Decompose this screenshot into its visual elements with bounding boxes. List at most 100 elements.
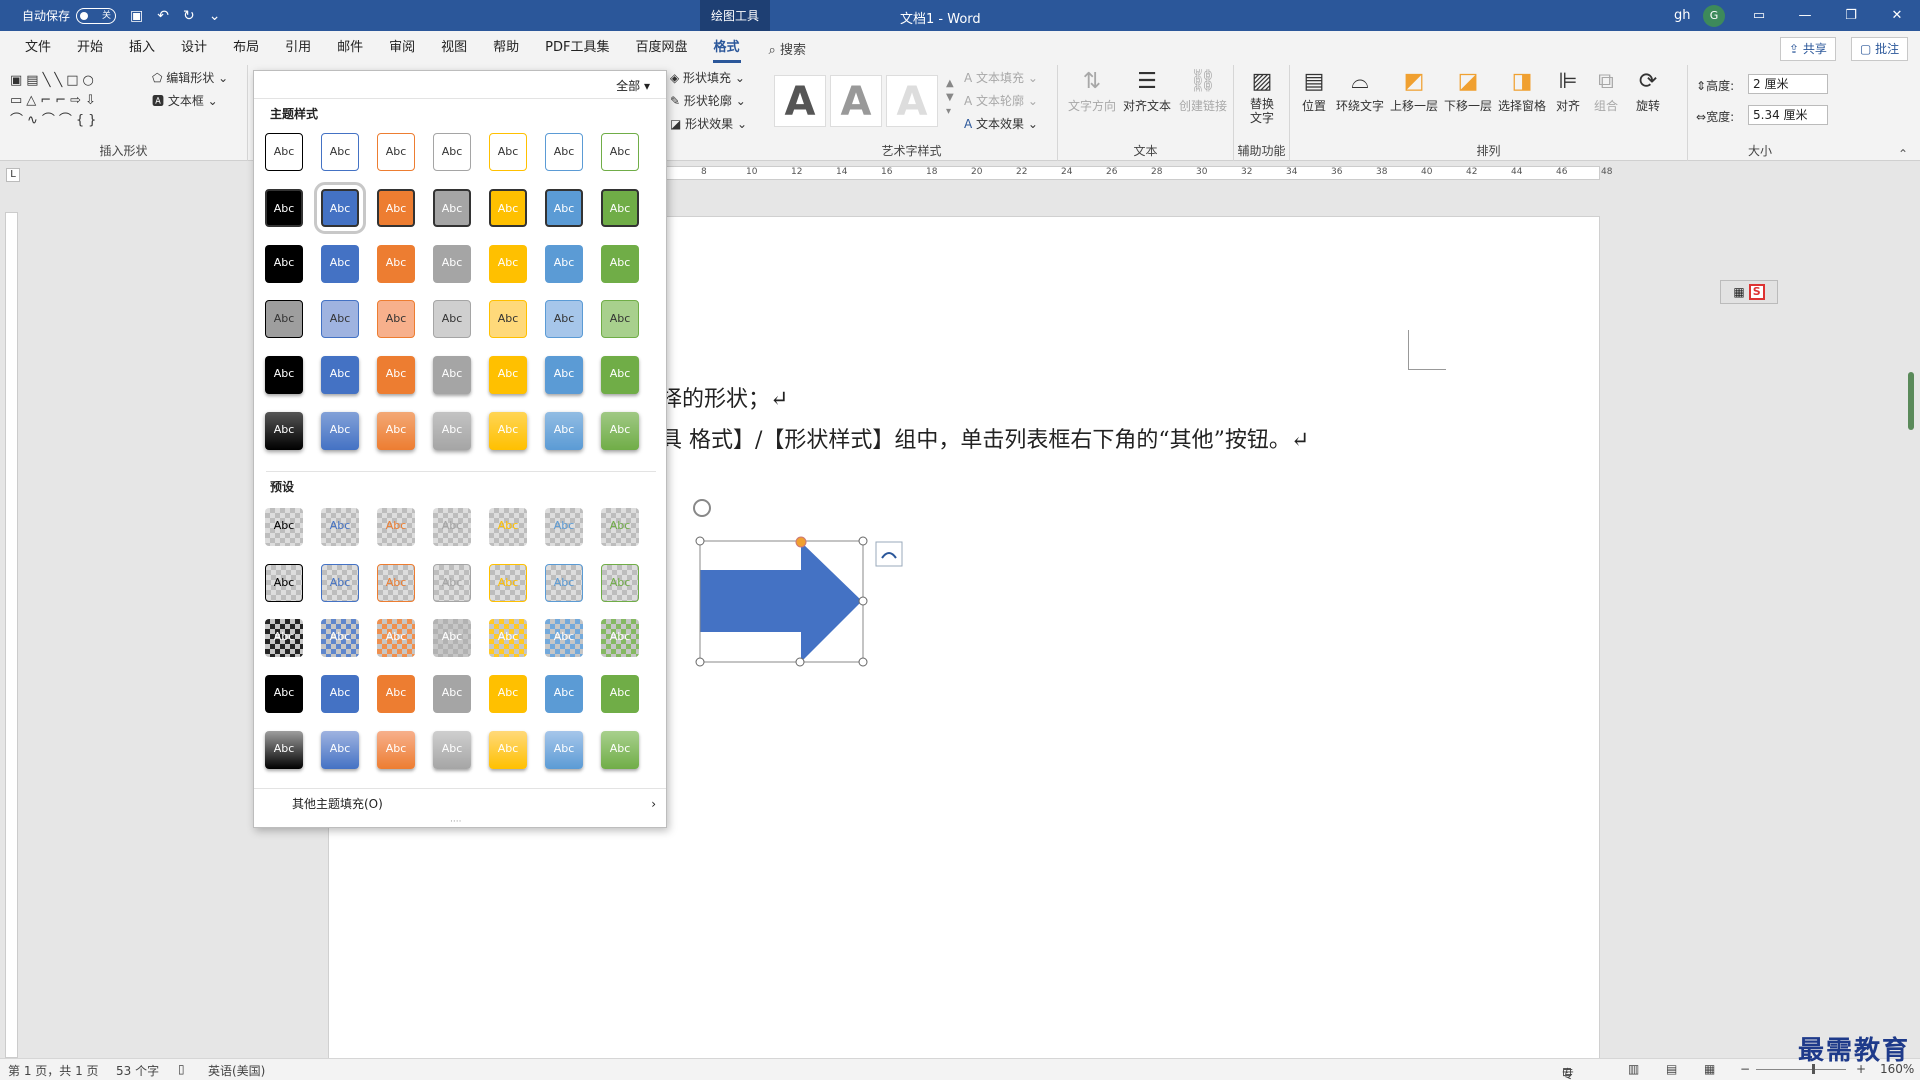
proofing-icon[interactable]: ▯ xyxy=(178,1062,185,1076)
theme-style-swatch[interactable]: Abc xyxy=(601,189,639,227)
preset-style-swatch[interactable]: Abc xyxy=(377,564,415,602)
textbox-button[interactable]: 🅰 文本框 ⌄ xyxy=(152,92,218,109)
wordart-style-3[interactable]: A xyxy=(886,75,938,127)
width-input[interactable]: 5.34 厘米 xyxy=(1748,105,1828,125)
shapes-gallery[interactable]: ▣▤╲╲□○ ▭△⌐⌐⇨⇩ ⌒∿⌒⌒{} xyxy=(10,71,130,141)
theme-style-swatch[interactable]: Abc xyxy=(321,300,359,338)
preset-style-swatch[interactable]: Abc xyxy=(265,508,303,546)
theme-style-swatch[interactable]: Abc xyxy=(489,245,527,283)
comments-button[interactable]: ▢ 批注 xyxy=(1851,37,1909,61)
preset-style-swatch[interactable]: Abc xyxy=(433,675,471,713)
tab-selector-icon[interactable]: L xyxy=(6,168,20,182)
user-name[interactable]: gh xyxy=(1674,8,1691,23)
tab-insert[interactable]: 插入 xyxy=(116,31,168,65)
ime-toolbar[interactable]: ▦ S xyxy=(1720,280,1778,304)
preset-style-swatch[interactable]: Abc xyxy=(321,508,359,546)
resize-handle[interactable] xyxy=(795,657,805,667)
create-link-button[interactable]: ⛓ 创建链接 xyxy=(1176,69,1230,114)
wordart-scroll[interactable]: ▲ ▼ ▾ xyxy=(946,77,954,119)
theme-style-swatch[interactable]: Abc xyxy=(433,245,471,283)
rotate-handle-icon[interactable] xyxy=(693,499,711,517)
theme-style-swatch[interactable]: Abc xyxy=(314,182,366,234)
tab-baidu-netdisk[interactable]: 百度网盘 xyxy=(622,31,700,65)
avatar[interactable]: G xyxy=(1703,5,1725,27)
vertical-ruler[interactable] xyxy=(5,212,18,1058)
tab-file[interactable]: 文件 xyxy=(12,31,64,65)
text-effects-button[interactable]: A 文本效果 ⌄ xyxy=(964,115,1038,132)
preset-style-swatch[interactable]: Abc xyxy=(601,564,639,602)
vertical-scrollbar-thumb[interactable] xyxy=(1908,372,1914,430)
theme-style-swatch[interactable]: Abc xyxy=(321,412,359,450)
theme-style-swatch[interactable]: Abc xyxy=(545,189,583,227)
tab-design[interactable]: 设计 xyxy=(168,31,220,65)
theme-style-swatch[interactable]: Abc xyxy=(265,189,303,227)
theme-style-swatch[interactable]: Abc xyxy=(489,356,527,394)
theme-style-swatch[interactable]: Abc xyxy=(265,356,303,394)
collapse-ribbon-icon[interactable]: ⌃ xyxy=(1898,147,1908,161)
theme-style-swatch[interactable]: Abc xyxy=(601,300,639,338)
theme-style-swatch[interactable]: Abc xyxy=(433,356,471,394)
theme-style-swatch[interactable]: Abc xyxy=(601,133,639,171)
theme-style-swatch[interactable]: Abc xyxy=(377,412,415,450)
tab-review[interactable]: 审阅 xyxy=(376,31,428,65)
preset-style-swatch[interactable]: Abc xyxy=(377,675,415,713)
theme-style-swatch[interactable]: Abc xyxy=(601,245,639,283)
selection-pane-button[interactable]: ◨ 选择窗格 xyxy=(1496,69,1548,114)
theme-style-swatch[interactable]: Abc xyxy=(377,189,415,227)
minimize-icon[interactable]: — xyxy=(1782,0,1828,31)
alt-text-button[interactable]: ▨ 替换 文字 xyxy=(1238,69,1286,125)
preset-style-swatch[interactable]: Abc xyxy=(321,619,359,657)
resize-handle[interactable] xyxy=(695,657,705,667)
theme-style-swatch[interactable]: Abc xyxy=(489,300,527,338)
tab-mailings[interactable]: 邮件 xyxy=(324,31,376,65)
arrow-shape[interactable] xyxy=(640,490,920,670)
theme-style-swatch[interactable]: Abc xyxy=(489,133,527,171)
preset-style-swatch[interactable]: Abc xyxy=(377,731,415,769)
theme-style-swatch[interactable]: Abc xyxy=(433,300,471,338)
wrap-text-button[interactable]: ⌓ 环绕文字 xyxy=(1334,69,1386,114)
preset-style-swatch[interactable]: Abc xyxy=(601,731,639,769)
theme-style-swatch[interactable]: Abc xyxy=(545,300,583,338)
preset-style-swatch[interactable]: Abc xyxy=(489,675,527,713)
preset-style-swatch[interactable]: Abc xyxy=(265,564,303,602)
word-count[interactable]: 53 个字 xyxy=(116,1062,159,1079)
tab-help[interactable]: 帮助 xyxy=(480,31,532,65)
tab-view[interactable]: 视图 xyxy=(428,31,480,65)
theme-style-swatch[interactable]: Abc xyxy=(545,245,583,283)
align-text-button[interactable]: ☰ 对齐文本 xyxy=(1120,69,1174,114)
horizontal-ruler[interactable]: 8 10 12 14 16 18 20 22 24 26 28 30 32 34 36 38 40 42 44 46 4… xyxy=(660,166,1612,180)
restore-icon[interactable]: ❐ xyxy=(1828,0,1874,31)
tab-references[interactable]: 引用 xyxy=(272,31,324,65)
zoom-out-icon[interactable]: − xyxy=(1740,1062,1750,1076)
arrow-shape-fill[interactable] xyxy=(700,542,862,662)
preset-style-swatch[interactable]: Abc xyxy=(545,731,583,769)
tab-home[interactable]: 开始 xyxy=(64,31,116,65)
preset-style-swatch[interactable]: Abc xyxy=(545,675,583,713)
read-mode-icon[interactable]: ▥ xyxy=(1628,1062,1639,1076)
theme-style-swatch[interactable]: Abc xyxy=(545,412,583,450)
preset-style-swatch[interactable]: Abc xyxy=(489,508,527,546)
other-theme-fills-item[interactable]: 其他主题填充(O) › xyxy=(254,788,666,818)
theme-style-swatch[interactable]: Abc xyxy=(433,189,471,227)
tab-pdf-tools[interactable]: PDF工具集 xyxy=(532,31,622,65)
theme-style-swatch[interactable]: Abc xyxy=(545,133,583,171)
preset-style-swatch[interactable]: Abc xyxy=(489,731,527,769)
theme-style-swatch[interactable]: Abc xyxy=(265,245,303,283)
ribbon-display-icon[interactable]: ▭ xyxy=(1736,0,1782,31)
preset-style-swatch[interactable]: Abc xyxy=(601,675,639,713)
search-box[interactable]: ⌕ 搜索 xyxy=(769,39,806,58)
web-layout-icon[interactable]: ▦ xyxy=(1704,1062,1715,1076)
shape-fill-button[interactable]: ◈ 形状填充 ⌄ xyxy=(670,69,745,86)
theme-style-swatch[interactable]: Abc xyxy=(377,133,415,171)
theme-style-swatch[interactable]: Abc xyxy=(377,245,415,283)
rotate-button[interactable]: ⟳ 旋转 xyxy=(1630,69,1666,114)
document-line-1[interactable]: 择的形状；↵ xyxy=(660,381,788,413)
theme-style-swatch[interactable]: Abc xyxy=(265,412,303,450)
wordart-style-1[interactable]: A xyxy=(774,75,826,127)
preset-style-swatch[interactable]: Abc xyxy=(265,619,303,657)
page-count[interactable]: 第 1 页，共 1 页 xyxy=(8,1062,99,1079)
preset-style-swatch[interactable]: Abc xyxy=(321,731,359,769)
theme-style-swatch[interactable]: Abc xyxy=(433,412,471,450)
resize-handle[interactable] xyxy=(858,536,868,546)
theme-style-swatch[interactable]: Abc xyxy=(489,189,527,227)
